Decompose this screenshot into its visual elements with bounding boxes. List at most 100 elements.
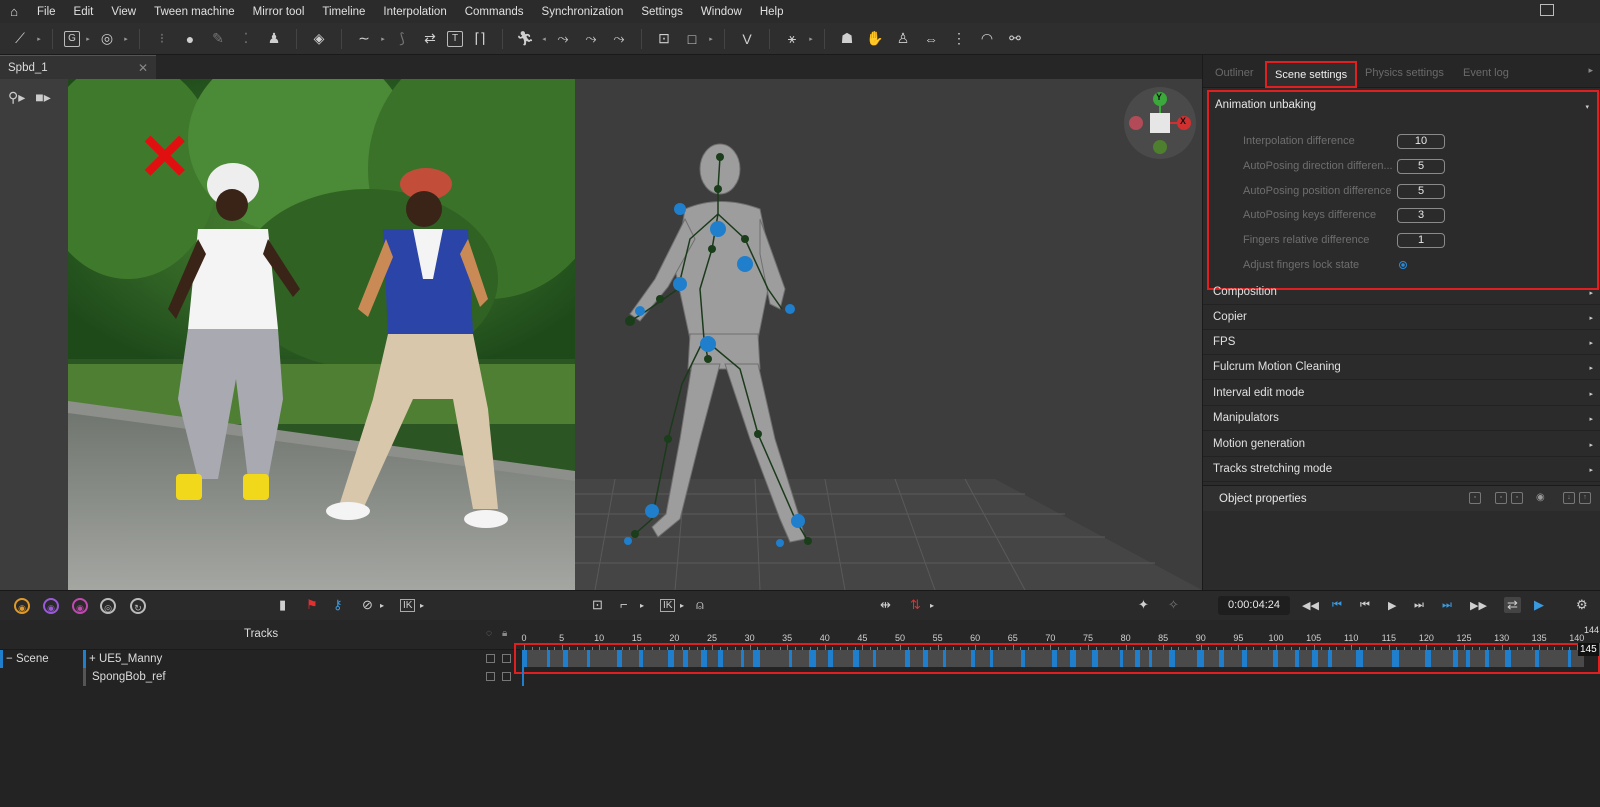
pin-off-icon[interactable]: ✧ <box>1168 597 1179 613</box>
keyframe-block[interactable] <box>1120 650 1123 667</box>
go-end-icon[interactable]: ⏭ <box>1442 599 1452 612</box>
fingers-relative-field[interactable]: 1 <box>1397 233 1445 248</box>
keyframe-block[interactable] <box>701 650 707 667</box>
menu-edit[interactable]: Edit <box>65 6 103 18</box>
character-mannequin[interactable] <box>600 139 840 559</box>
key-rotation-icon[interactable]: ◉ <box>43 598 59 614</box>
pose-icon[interactable]: ☗ <box>836 28 858 50</box>
export-icon[interactable]: ↑ <box>1579 492 1591 504</box>
section-interval-edit[interactable]: Interval edit mode ▸ <box>1203 381 1600 406</box>
dropdown-arrow-icon[interactable]: ▸ <box>706 28 716 50</box>
scene-viewport[interactable]: ⚲▸ ■▸ ✕ Y X <box>0 79 1202 590</box>
no-entry-icon[interactable]: ⊘ <box>362 597 373 613</box>
align-icon[interactable]: ⇔ <box>920 28 942 50</box>
copy-icon[interactable]: ▫ <box>1495 492 1507 504</box>
eraser-icon[interactable]: ◈ <box>308 28 330 50</box>
ik-fk-icon[interactable]: IK <box>660 599 676 612</box>
menu-help[interactable]: Help <box>751 6 793 18</box>
dropdown-arrow-icon[interactable]: ▸ <box>121 28 131 50</box>
key-scale-icon[interactable]: ◎ <box>100 598 116 614</box>
keyframe-block[interactable] <box>683 650 688 667</box>
bookmark-icon[interactable]: ▮ <box>279 597 286 613</box>
dropdown-arrow-icon[interactable]: ▸ <box>640 601 644 610</box>
close-icon[interactable]: ✕ <box>138 61 148 75</box>
menu-file[interactable]: File <box>28 6 65 18</box>
global-space-icon[interactable]: G <box>64 30 80 47</box>
keyframe-block[interactable] <box>1169 650 1175 667</box>
section-fulcrum[interactable]: Fulcrum Motion Cleaning ▸ <box>1203 355 1600 380</box>
key-refresh-icon[interactable]: ↻ <box>130 598 146 614</box>
next-frame-icon[interactable]: ⏭ <box>1414 599 1424 612</box>
keyframe-block[interactable] <box>828 650 833 667</box>
shuffle-icon[interactable]: ⇄ <box>419 28 441 50</box>
keyframe-block[interactable] <box>617 650 622 667</box>
person-icon[interactable]: ♟ <box>263 28 285 50</box>
interpolation-difference-field[interactable]: 10 <box>1397 134 1445 149</box>
go-start-icon[interactable]: ⏮ <box>1332 599 1342 612</box>
scene-collapse-icon[interactable]: − <box>6 653 13 665</box>
track-row-ref[interactable]: SpongBob_ref <box>0 668 520 686</box>
keyframe-block[interactable] <box>639 650 643 667</box>
lock-icon[interactable]: 🔒︎ <box>502 628 507 639</box>
keyframe-block[interactable] <box>1273 650 1278 667</box>
keyframe-track[interactable] <box>514 643 1600 674</box>
track-expand-icon[interactable]: + <box>89 653 96 665</box>
document-tab[interactable]: Spbd_1 ✕ <box>0 55 156 79</box>
keyframe-block[interactable] <box>1295 650 1299 667</box>
fit-view-icon[interactable]: ⊡ <box>592 597 603 613</box>
save-icon[interactable]: ▫ <box>1469 492 1481 504</box>
tab-outliner[interactable]: Outliner <box>1215 67 1254 79</box>
menu-interpolation[interactable]: Interpolation <box>374 6 455 18</box>
menu-timeline[interactable]: Timeline <box>313 6 374 18</box>
keyframe-block[interactable] <box>1453 650 1458 667</box>
dot-icon[interactable]: ● <box>179 28 201 50</box>
keyframe-block[interactable] <box>789 650 792 667</box>
paste-icon[interactable]: ▫ <box>1511 492 1523 504</box>
play-icon[interactable]: ▶ <box>1388 599 1396 612</box>
panel-menu-icon[interactable]: ▸ <box>1588 65 1593 76</box>
keyframe-block[interactable] <box>809 650 816 667</box>
tab-scene-settings[interactable]: Scene settings <box>1265 61 1358 88</box>
play-range-icon[interactable]: ▶ <box>1534 597 1544 613</box>
prev-frame-icon[interactable]: ⏮ <box>1360 599 1370 612</box>
keyframe-block[interactable] <box>1092 650 1098 667</box>
section-tracks-stretching[interactable]: Tracks stretching mode ▸ <box>1203 457 1600 482</box>
keyframe-block[interactable] <box>1021 650 1025 667</box>
run-right-icon[interactable]: ⤳ <box>580 28 602 50</box>
rewind-icon[interactable]: ◀◀ <box>1302 599 1319 612</box>
visibility-checkbox[interactable] <box>486 672 495 681</box>
dropdown-arrow-icon[interactable]: ▸ <box>680 601 684 610</box>
dropdown-arrow-icon[interactable]: ▸ <box>806 28 816 50</box>
loop-icon[interactable]: ⇄ <box>1504 597 1521 613</box>
track-label[interactable]: SpongBob_ref <box>92 671 166 683</box>
keyframe-block[interactable] <box>853 650 859 667</box>
keyframe-block[interactable] <box>1505 650 1511 667</box>
auto-key-icon[interactable]: ⍝ <box>696 597 704 613</box>
playhead[interactable] <box>522 650 524 686</box>
end-frame-label[interactable]: 145 <box>1578 643 1599 656</box>
track-label[interactable]: UE5_Manny <box>99 653 162 665</box>
rig-icon[interactable]: ⚹ <box>781 28 803 50</box>
keyframe-block[interactable] <box>1312 650 1318 667</box>
stretch-icon[interactable]: ⇹ <box>880 597 891 613</box>
keyframe-block[interactable] <box>668 650 674 667</box>
ghost-icon[interactable]: ⁚ <box>235 28 257 50</box>
hands-icon[interactable]: ✋ <box>864 28 886 50</box>
keyframe-block[interactable] <box>1425 650 1431 667</box>
frame-icon[interactable]: ⊡ <box>653 28 675 50</box>
keyframe-block[interactable] <box>1568 650 1571 667</box>
move-handle-icon[interactable]: ⁝ <box>151 28 173 50</box>
keyframe-block[interactable] <box>923 650 928 667</box>
keyframe-block[interactable] <box>1392 650 1399 667</box>
section-fps[interactable]: FPS ▸ <box>1203 330 1600 355</box>
menu-synchronization[interactable]: Synchronization <box>533 6 633 18</box>
eye-icon[interactable]: ◉ <box>1536 492 1545 503</box>
curve-edit-icon[interactable]: ⟆ <box>391 28 413 50</box>
step-curve-icon[interactable]: ⌐ <box>620 597 628 612</box>
menu-commands[interactable]: Commands <box>456 6 533 18</box>
run-left-icon[interactable]: ⤳ <box>552 28 574 50</box>
run-both-icon[interactable]: ⤳ <box>608 28 630 50</box>
keyframe-block[interactable] <box>741 650 744 667</box>
keyframe-block[interactable] <box>1466 650 1470 667</box>
bone-tool-icon[interactable]: ⚲▸ <box>8 89 25 106</box>
